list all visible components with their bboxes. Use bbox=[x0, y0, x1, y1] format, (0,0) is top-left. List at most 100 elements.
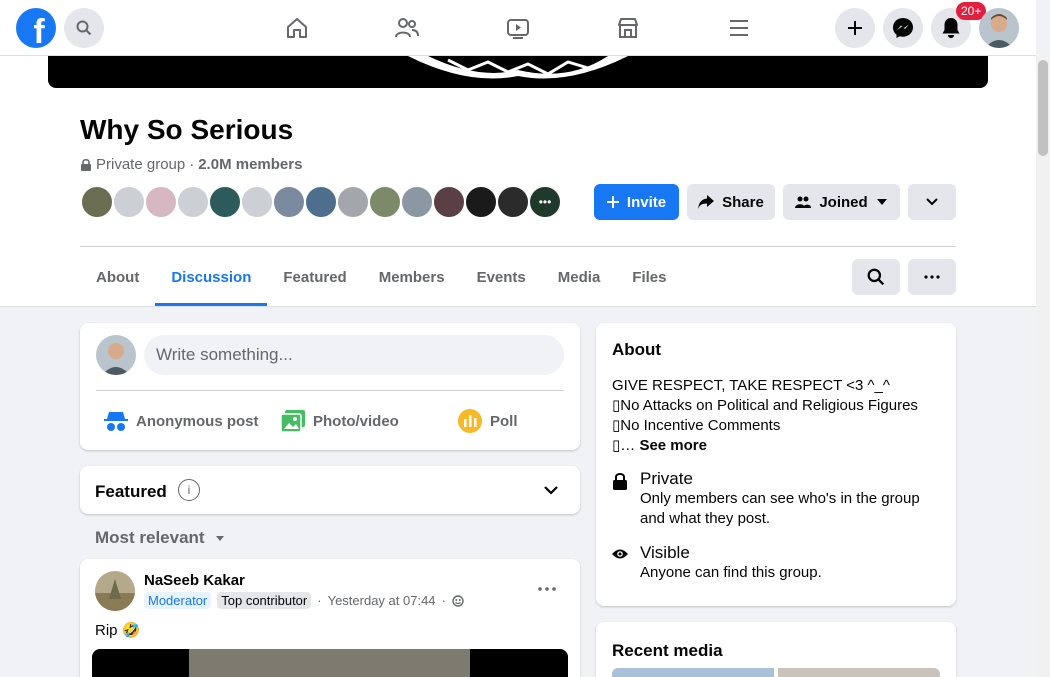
anonymous-icon bbox=[104, 412, 128, 431]
member-avatar[interactable] bbox=[496, 185, 530, 219]
poll-button[interactable]: Poll bbox=[458, 403, 518, 439]
share-label: Share bbox=[722, 193, 764, 211]
recent-media-title: Recent media bbox=[612, 641, 723, 660]
featured-section[interactable]: Featured i bbox=[80, 466, 580, 514]
group-icon bbox=[795, 196, 812, 208]
joined-button[interactable]: Joined bbox=[783, 184, 900, 220]
more-options-dropdown[interactable] bbox=[908, 184, 956, 220]
post-timestamp[interactable]: Yesterday at 07:44 bbox=[328, 593, 436, 608]
recent-media-thumbnail[interactable] bbox=[778, 668, 940, 677]
write-something-input[interactable]: Write something... bbox=[144, 335, 564, 375]
top-navigation-bar: f 20+ bbox=[0, 0, 1036, 56]
about-line: ▯… See more bbox=[612, 437, 707, 454]
anonymous-post-label: Anonymous post bbox=[136, 412, 259, 430]
group-audience-icon bbox=[452, 594, 464, 607]
cover-photo[interactable] bbox=[48, 56, 988, 88]
member-avatar[interactable] bbox=[432, 185, 466, 219]
group-privacy[interactable]: Private group bbox=[96, 156, 185, 173]
anonymous-post-button[interactable]: Anonymous post bbox=[104, 403, 259, 439]
account-avatar[interactable] bbox=[979, 8, 1019, 48]
privacy-description: Only members can see who's in the group … bbox=[640, 490, 920, 527]
post-options-icon[interactable] bbox=[538, 587, 556, 591]
nav-home[interactable] bbox=[275, 8, 319, 48]
visibility-label: Visible bbox=[640, 543, 690, 562]
post-composer: Write something... Anonymous post Photo/… bbox=[80, 323, 580, 450]
about-line: ▯No Attacks on Political and Religious F… bbox=[612, 397, 918, 414]
see-more-link[interactable]: See more bbox=[639, 437, 707, 454]
member-avatar[interactable] bbox=[112, 185, 146, 219]
chevron-down-icon[interactable] bbox=[544, 486, 558, 495]
composer-divider bbox=[96, 390, 564, 391]
more-members-avatar[interactable]: ••• bbox=[528, 185, 562, 219]
facebook-logo[interactable]: f bbox=[16, 8, 56, 48]
post-meta: Moderator Top contributor · Yesterday at… bbox=[144, 592, 464, 609]
tab-about[interactable]: About bbox=[80, 256, 155, 306]
privacy-label: Private bbox=[640, 469, 693, 488]
moderator-badge[interactable]: Moderator bbox=[144, 592, 212, 609]
member-avatar[interactable] bbox=[176, 185, 210, 219]
sort-label: Most relevant bbox=[95, 528, 205, 547]
meta-separator: · bbox=[317, 593, 322, 608]
recent-media-thumbnail[interactable] bbox=[612, 668, 774, 677]
messenger-icon bbox=[893, 18, 913, 38]
member-avatar[interactable] bbox=[208, 185, 242, 219]
member-avatar[interactable] bbox=[400, 185, 434, 219]
share-button[interactable]: Share bbox=[687, 184, 775, 220]
tab-featured[interactable]: Featured bbox=[267, 256, 362, 306]
nav-friends[interactable] bbox=[385, 8, 429, 48]
create-button[interactable] bbox=[835, 8, 875, 48]
recent-media-card: Recent media bbox=[596, 622, 956, 677]
group-members-count[interactable]: 2.0M members bbox=[198, 156, 302, 173]
post-author-avatar[interactable] bbox=[95, 571, 135, 611]
caret-down-icon bbox=[876, 199, 887, 205]
invite-button[interactable]: Invite bbox=[594, 184, 679, 220]
plus-icon bbox=[848, 21, 862, 35]
post-media-frame bbox=[189, 649, 470, 677]
menu-icon bbox=[730, 20, 748, 36]
tab-discussion[interactable]: Discussion bbox=[155, 256, 268, 306]
member-avatar[interactable] bbox=[304, 185, 338, 219]
tab-events[interactable]: Events bbox=[461, 256, 542, 306]
search-button[interactable] bbox=[64, 8, 104, 48]
photo-video-button[interactable]: Photo/video bbox=[281, 403, 399, 439]
nav-watch[interactable] bbox=[496, 8, 540, 48]
visibility-description: Anyone can find this group. bbox=[640, 564, 822, 581]
group-search-button[interactable] bbox=[852, 259, 900, 295]
composer-avatar[interactable] bbox=[96, 335, 136, 375]
member-avatar[interactable] bbox=[240, 185, 274, 219]
header-divider bbox=[80, 246, 956, 247]
photo-icon bbox=[281, 410, 305, 432]
share-icon bbox=[698, 195, 715, 209]
meta-separator: · bbox=[441, 593, 446, 608]
member-avatar[interactable] bbox=[368, 185, 402, 219]
plus-icon bbox=[606, 196, 619, 208]
lock-icon bbox=[81, 158, 91, 171]
tab-media[interactable]: Media bbox=[542, 256, 617, 306]
member-avatar[interactable] bbox=[80, 185, 114, 219]
nav-menu[interactable] bbox=[717, 8, 761, 48]
top-contributor-badge[interactable]: Top contributor bbox=[217, 592, 312, 609]
nav-marketplace[interactable] bbox=[606, 8, 650, 48]
search-icon bbox=[867, 268, 885, 286]
group-title[interactable]: Why So Serious bbox=[80, 114, 293, 146]
member-avatar[interactable] bbox=[144, 185, 178, 219]
sort-dropdown[interactable]: Most relevant bbox=[95, 528, 225, 548]
tab-members[interactable]: Members bbox=[363, 256, 461, 306]
page-scrollbar[interactable] bbox=[1036, 56, 1050, 677]
friends-icon bbox=[395, 18, 419, 38]
caret-down-icon bbox=[215, 535, 224, 541]
info-icon[interactable]: i bbox=[178, 479, 200, 501]
member-avatar[interactable] bbox=[272, 185, 306, 219]
group-more-button[interactable] bbox=[908, 259, 956, 295]
post-author-name[interactable]: NaSeeb Kakar bbox=[144, 572, 245, 589]
post-media[interactable] bbox=[92, 649, 568, 677]
scrollbar-thumb[interactable] bbox=[1038, 60, 1048, 156]
member-avatar[interactable] bbox=[464, 185, 498, 219]
group-tabs: About Discussion Featured Members Events… bbox=[80, 256, 682, 306]
photo-video-label: Photo/video bbox=[313, 412, 399, 430]
tab-files[interactable]: Files bbox=[616, 256, 682, 306]
member-avatar[interactable] bbox=[336, 185, 370, 219]
member-avatars: ••• bbox=[80, 185, 562, 219]
messenger-button[interactable] bbox=[883, 8, 923, 48]
eye-icon bbox=[612, 549, 628, 559]
